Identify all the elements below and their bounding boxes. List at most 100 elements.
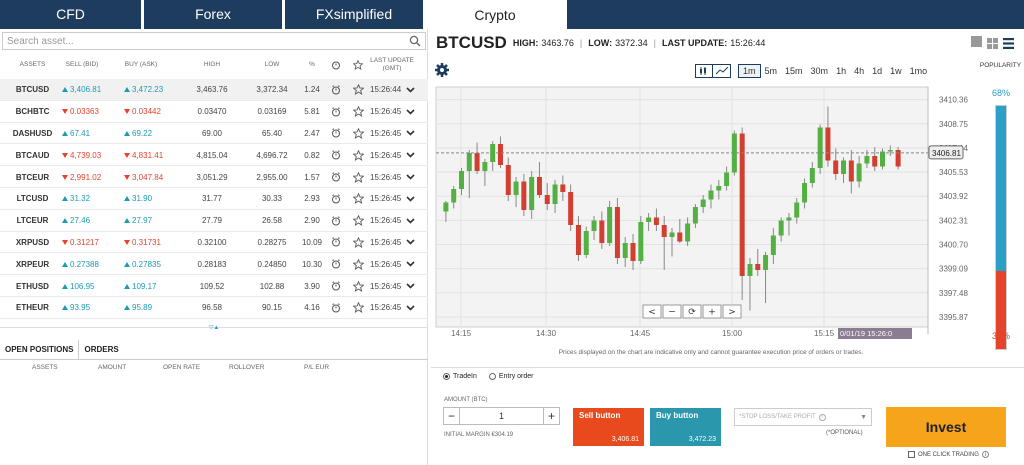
stop-loss-select[interactable]: *STOP LOSS/TAKE PROFIT i ▼: [734, 408, 872, 426]
star-icon[interactable]: [353, 232, 364, 254]
star-icon[interactable]: [353, 79, 364, 101]
range-5m[interactable]: 5m: [761, 64, 782, 78]
table-row[interactable]: BTCEUR 2,991.02 3,047.84 3,051.29 2,955.00 1.…: [0, 166, 428, 188]
tab-open-positions[interactable]: OPEN POSITIONS: [0, 340, 80, 359]
range-1mo[interactable]: 1mo: [906, 64, 932, 78]
sell-price[interactable]: 3,406.81: [62, 79, 101, 101]
alarm-icon[interactable]: [331, 144, 341, 166]
candlestick-type-icon[interactable]: [695, 64, 713, 78]
grid-view-icon[interactable]: [987, 36, 998, 49]
chevron-down-icon[interactable]: [406, 210, 415, 232]
alarm-icon[interactable]: [331, 101, 341, 123]
buy-price[interactable]: 95.89: [124, 297, 152, 319]
alarm-icon[interactable]: [331, 188, 341, 210]
sell-price[interactable]: 93.95: [62, 297, 90, 319]
table-row[interactable]: BCHBTC 0.03363 0.03442 0.03470 0.03169 5.81 15…: [0, 101, 428, 123]
sell-price[interactable]: 0.31217: [62, 232, 99, 254]
table-row[interactable]: LTCEUR 27.46 27.97 27.79 26.58 2.90 15:26:45: [0, 210, 428, 232]
chevron-down-icon[interactable]: [406, 144, 415, 166]
alarm-icon[interactable]: [331, 232, 341, 254]
tab-crypto[interactable]: Crypto: [426, 0, 564, 29]
table-row[interactable]: XRPEUR 0.27388 0.27835 0.28183 0.24850 10.30 1…: [0, 253, 428, 276]
sell-price[interactable]: 106.95: [62, 275, 94, 297]
range-1d[interactable]: 1d: [868, 64, 886, 78]
gear-icon[interactable]: [434, 62, 450, 78]
buy-price[interactable]: 0.03442: [124, 101, 161, 123]
panel-divider[interactable]: ▽▲: [0, 325, 428, 333]
radio-tradein[interactable]: TradeIn: [443, 373, 477, 380]
buy-price[interactable]: 27.97: [124, 210, 152, 232]
decrease-button[interactable]: −: [444, 407, 460, 425]
alarm-icon[interactable]: [331, 79, 341, 101]
amount-value[interactable]: 1: [460, 411, 543, 421]
range-30m[interactable]: 30m: [807, 64, 833, 78]
chevron-down-icon[interactable]: [406, 297, 415, 319]
tab-forex[interactable]: Forex: [144, 0, 282, 29]
chevron-down-icon[interactable]: [406, 101, 415, 123]
star-icon[interactable]: [353, 166, 364, 188]
alarm-icon[interactable]: [331, 210, 341, 232]
candlestick-chart[interactable]: 3410.363408.753407.143405.533403.923402.…: [431, 84, 991, 349]
chevron-down-icon[interactable]: [406, 79, 415, 101]
radio-entry-order[interactable]: Entry order: [488, 373, 534, 380]
buy-price[interactable]: 0.27835: [124, 253, 161, 275]
buy-price[interactable]: 3,047.84: [124, 166, 163, 188]
sell-price[interactable]: 67.41: [62, 123, 90, 145]
alarm-icon[interactable]: [331, 275, 341, 297]
price-chart[interactable]: 3410.363408.753407.143405.533403.923402.…: [431, 84, 991, 349]
sell-price[interactable]: 27.46: [62, 210, 90, 232]
sell-price[interactable]: 0.03363: [62, 101, 99, 123]
star-icon[interactable]: [353, 210, 364, 232]
range-1w[interactable]: 1w: [886, 64, 906, 78]
star-icon[interactable]: [353, 101, 364, 123]
alarm-icon[interactable]: [331, 123, 341, 145]
buy-price[interactable]: 3,472.23: [124, 79, 163, 101]
buy-price[interactable]: 31.90: [124, 188, 152, 210]
invest-button[interactable]: Invest: [886, 407, 1006, 447]
line-type-icon[interactable]: [713, 64, 731, 78]
sell-price[interactable]: 0.27388: [62, 253, 99, 275]
increase-button[interactable]: +: [543, 407, 559, 425]
buy-price[interactable]: 109.17: [124, 275, 156, 297]
alarm-icon[interactable]: [331, 297, 341, 319]
table-row[interactable]: LTCUSD 31.32 31.90 31.77 30.33 2.93 15:26:45: [0, 188, 428, 210]
sell-price[interactable]: 31.32: [62, 188, 90, 210]
table-row[interactable]: ETHEUR 93.95 95.89 96.58 90.15 4.16 15:26:45: [0, 297, 428, 319]
search-input[interactable]: Search asset...: [2, 32, 426, 50]
star-icon[interactable]: [353, 275, 364, 297]
range-4h[interactable]: 4h: [850, 64, 868, 78]
list-view-icon[interactable]: [1003, 36, 1014, 49]
tab-cfd[interactable]: CFD: [0, 0, 141, 29]
table-row[interactable]: XRPUSD 0.31217 0.31731 0.32100 0.28275 10.09 1…: [0, 232, 428, 254]
table-row[interactable]: BTCAUD 4,739.03 4,831.41 4,815.04 4,696.72 0.…: [0, 144, 428, 167]
chevron-down-icon[interactable]: [406, 232, 415, 254]
table-row[interactable]: ETHUSD 106.95 109.17 109.52 102.88 3.90 15:26:…: [0, 275, 428, 297]
tab-orders[interactable]: ORDERS: [79, 340, 123, 359]
range-1m[interactable]: 1m: [738, 64, 761, 78]
range-15m[interactable]: 15m: [781, 64, 807, 78]
star-icon[interactable]: [353, 188, 364, 210]
buy-button[interactable]: Buy button 3,472.23: [650, 408, 721, 446]
one-click-trading[interactable]: ONE CLICK TRADING i: [908, 451, 989, 458]
table-row[interactable]: BTCUSD 3,406.81 3,472.23 3,463.76 3,372.34 1.…: [0, 79, 428, 101]
single-view-icon[interactable]: [971, 36, 982, 47]
alarm-icon[interactable]: [331, 253, 341, 275]
sell-price[interactable]: 2,991.02: [62, 166, 101, 188]
chevron-down-icon[interactable]: [406, 188, 415, 210]
buy-price[interactable]: 69.22: [124, 123, 152, 145]
tab-fxsimplified[interactable]: FXsimplified: [285, 0, 423, 29]
search-icon[interactable]: [409, 35, 421, 47]
chevron-down-icon[interactable]: [406, 253, 415, 275]
star-icon[interactable]: [353, 123, 364, 145]
alarm-icon[interactable]: [331, 166, 341, 188]
star-icon[interactable]: [353, 253, 364, 275]
star-icon[interactable]: [353, 144, 364, 166]
range-1h[interactable]: 1h: [832, 64, 850, 78]
chevron-down-icon[interactable]: [406, 123, 415, 145]
sell-button[interactable]: Sell button 3,406.81: [573, 408, 644, 446]
sell-price[interactable]: 4,739.03: [62, 144, 101, 166]
table-row[interactable]: DASHUSD 67.41 69.22 69.00 65.40 2.47 15:26:45: [0, 123, 428, 145]
chevron-down-icon[interactable]: [406, 166, 415, 188]
star-icon[interactable]: [353, 297, 364, 319]
chevron-down-icon[interactable]: [406, 275, 415, 297]
